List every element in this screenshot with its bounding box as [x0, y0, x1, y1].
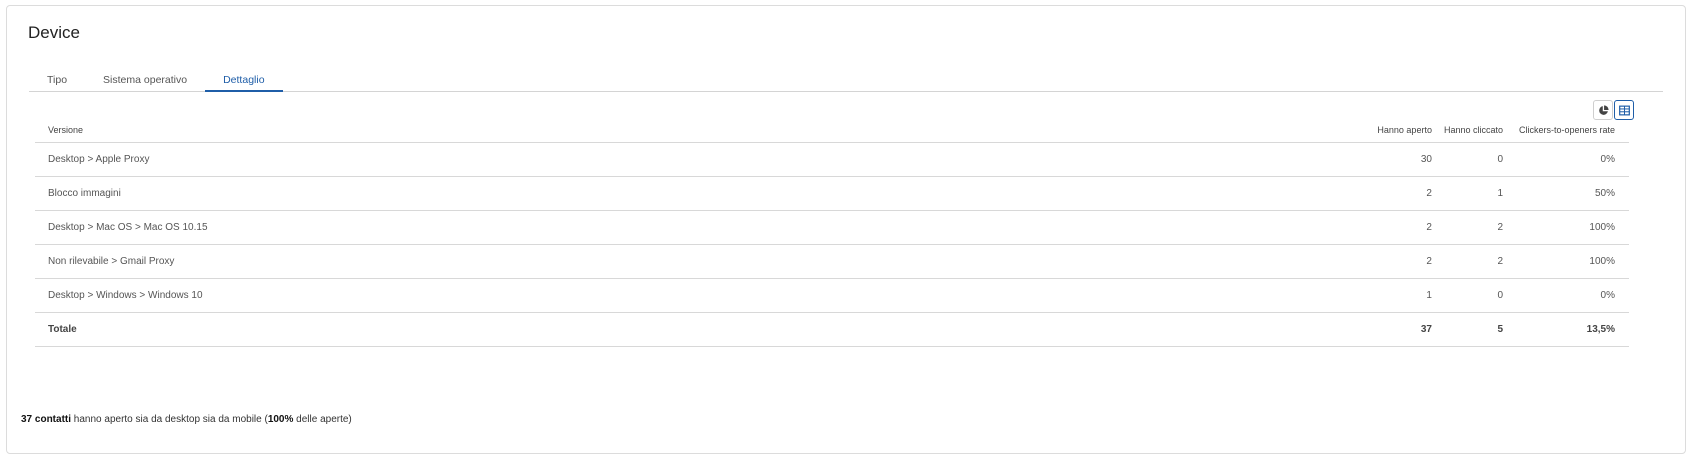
summary-percent: 100%: [267, 414, 294, 425]
card-title: Device: [28, 23, 80, 42]
cell-rate: 0%: [1509, 278, 1629, 313]
cell-versione: Desktop > Apple Proxy: [35, 142, 1370, 177]
cell-rate: 50%: [1509, 176, 1629, 211]
tab-tipo[interactable]: Tipo: [29, 66, 85, 92]
table-total-row: Totale 37 5 13,5%: [35, 312, 1629, 347]
header-versione[interactable]: Versione: [35, 119, 1370, 143]
cell-hanno-aperto: 2: [1369, 244, 1438, 279]
total-hanno-cliccato: 5: [1437, 312, 1509, 347]
tab-dettaglio[interactable]: Dettaglio: [205, 66, 283, 92]
cell-rate: 100%: [1509, 210, 1629, 245]
total-hanno-aperto: 37: [1369, 312, 1438, 347]
table-row: Blocco immagini 2 1 50%: [35, 176, 1629, 211]
table-view-button[interactable]: [1614, 100, 1634, 120]
total-rate: 13,5%: [1509, 312, 1629, 347]
cell-versione: Non rilevabile > Gmail Proxy: [35, 244, 1370, 279]
table-icon: [1618, 105, 1630, 115]
table-row: Desktop > Mac OS > Mac OS 10.15 2 2 100%: [35, 210, 1629, 245]
tab-bar: Tipo Sistema operativo Dettaglio: [29, 66, 1663, 92]
pie-chart-icon: [1598, 104, 1609, 115]
cell-hanno-aperto: 2: [1369, 176, 1438, 211]
cell-rate: 100%: [1509, 244, 1629, 279]
cell-hanno-cliccato: 0: [1437, 278, 1509, 313]
summary-text: 37 contatti hanno aperto sia da desktop …: [21, 414, 352, 425]
summary-count: 37 contatti: [21, 414, 72, 425]
summary-text-2: delle aperte): [293, 414, 352, 425]
table-row: Desktop > Windows > Windows 10 1 0 0%: [35, 278, 1629, 313]
cell-hanno-cliccato: 1: [1437, 176, 1509, 211]
cell-versione: Desktop > Mac OS > Mac OS 10.15: [35, 210, 1370, 245]
header-clickers-to-openers-rate[interactable]: Clickers-to-openers rate: [1509, 119, 1629, 143]
table-row: Non rilevabile > Gmail Proxy 2 2 100%: [35, 244, 1629, 279]
cell-hanno-cliccato: 0: [1437, 142, 1509, 177]
cell-hanno-cliccato: 2: [1437, 244, 1509, 279]
table-header-row: Versione Hanno aperto Hanno cliccato Cli…: [35, 119, 1629, 143]
cell-hanno-aperto: 1: [1369, 278, 1438, 313]
view-toggle: [1593, 100, 1634, 120]
header-hanno-aperto[interactable]: Hanno aperto: [1369, 119, 1438, 143]
device-detail-table: Versione Hanno aperto Hanno cliccato Cli…: [35, 119, 1629, 347]
cell-versione: Blocco immagini: [35, 176, 1370, 211]
summary-text-1: hanno aperto sia da desktop sia da mobil…: [71, 414, 268, 425]
total-label: Totale: [35, 312, 1370, 347]
cell-hanno-aperto: 2: [1369, 210, 1438, 245]
pie-view-button[interactable]: [1593, 100, 1613, 120]
table-row: Desktop > Apple Proxy 30 0 0%: [35, 142, 1629, 177]
cell-rate: 0%: [1509, 142, 1629, 177]
cell-versione: Desktop > Windows > Windows 10: [35, 278, 1370, 313]
header-hanno-cliccato[interactable]: Hanno cliccato: [1437, 119, 1509, 143]
cell-hanno-aperto: 30: [1369, 142, 1438, 177]
cell-hanno-cliccato: 2: [1437, 210, 1509, 245]
tab-sistema-operativo[interactable]: Sistema operativo: [85, 66, 205, 92]
